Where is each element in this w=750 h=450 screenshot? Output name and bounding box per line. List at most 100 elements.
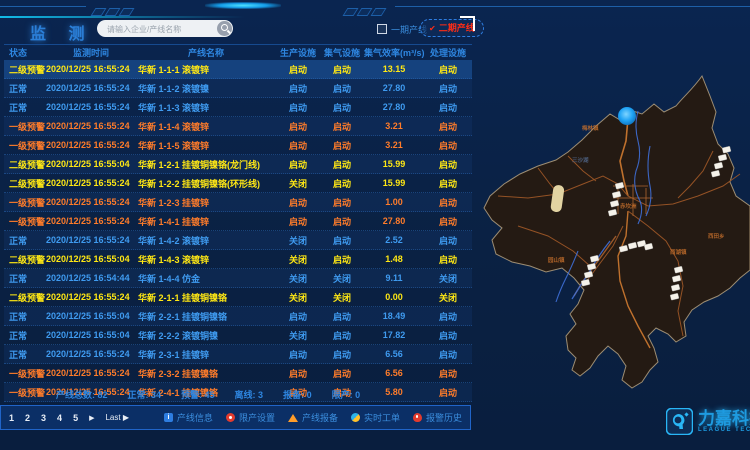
gas-collection-cell: 启动 [320,329,364,342]
time-cell: 2020/12/25 16:55:24 [46,178,136,188]
district-map[interactable]: 梅林镇三沙湖赤坎洲园山镇西湖镇西田乡 [478,56,750,398]
map-place-label: 西湖镇 [670,248,687,256]
treatment-facility-cell: 启动 [424,63,472,76]
summary-bar: 产线总数: 82正常: 34预警: 45离线: 3报备: 0限产: 0 [4,388,472,401]
legend-item[interactable]: 限产设置 [226,411,275,424]
page-number[interactable]: 1 [9,413,14,423]
treatment-facility-cell: 启动 [424,120,472,133]
table-row[interactable]: 二级预警 2020/12/25 16:55:04 华新 1-2-1 挂镀铜镍铬(… [4,155,472,174]
map-place-label: 园山镇 [548,256,565,264]
gas-efficiency-cell: 27.80 [364,102,424,112]
search-box [97,20,233,37]
treatment-facility-cell: 关闭 [424,291,472,304]
gas-collection-cell: 启动 [320,348,364,361]
table-row[interactable]: 正常 2020/12/25 16:54:44 华新 1-4-4 仿金 关闭 关闭… [4,269,472,288]
gas-efficiency-cell: 27.80 [364,83,424,93]
table-row[interactable]: 二级预警 2020/12/25 16:55:24 华新 2-1-1 挂镀铜镍铬 … [4,288,472,307]
brand-name: 力嘉科技 [698,410,750,427]
table-row[interactable]: 正常 2020/12/25 16:55:24 华新 1-1-3 滚镀锌 启动 启… [4,98,472,117]
gas-collection-cell: 启动 [320,310,364,323]
status-cell: 二级预警 [4,291,46,304]
legend-label: 限产设置 [239,411,275,424]
column-header: 产线名称 [136,46,276,59]
next-page-button[interactable]: ▶ [89,414,94,422]
treatment-facility-cell: 启动 [424,310,472,323]
legend-item[interactable]: 报警历史 [413,411,462,424]
check-icon: ✔ [429,24,436,33]
line-name-cell: 华新 1-4-1 挂镀锌 [136,215,276,228]
line-name-cell: 华新 1-2-2 挂镀铜镍铬(环形线) [136,177,276,190]
column-header: 处理设施 [424,46,472,59]
status-cell: 正常 [4,101,46,114]
page-number[interactable]: 3 [41,413,46,423]
search-input[interactable] [105,21,219,37]
production-facility-cell: 启动 [276,120,320,133]
production-facility-cell: 关闭 [276,291,320,304]
legend-item[interactable]: 产线报备 [288,411,338,424]
table-row[interactable]: 一级预警 2020/12/25 16:55:24 华新 1-2-3 挂镀锌 启动… [4,193,472,212]
table-row[interactable]: 一级预警 2020/12/25 16:55:24 华新 1-4-1 挂镀锌 启动… [4,212,472,231]
page-title: 监 测 [30,20,93,44]
table-row[interactable]: 正常 2020/12/25 16:55:04 华新 2-2-2 滚镀铜镍 关闭 … [4,326,472,345]
table-header-row: 状态监测时间产线名称生产设施集气设施集气效率(m³/s)处理设施 [4,45,472,60]
table-row[interactable]: 二级预警 2020/12/25 16:55:24 华新 1-2-2 挂镀铜镍铬(… [4,174,472,193]
table-row[interactable]: 正常 2020/12/25 16:55:04 华新 2-2-1 挂镀铜镍铬 启动… [4,307,472,326]
table-row[interactable]: 一级预警 2020/12/25 16:55:24 华新 1-1-4 滚镀锌 启动… [4,117,472,136]
treatment-facility-cell: 启动 [424,82,472,95]
time-cell: 2020/12/25 16:55:04 [46,159,136,169]
gas-efficiency-cell: 2.52 [364,235,424,245]
deco-center-glow [205,2,281,9]
checkbox-icon [377,24,387,34]
gas-collection-cell: 启动 [320,177,364,190]
table-row[interactable]: 一级预警 2020/12/25 16:55:24 华新 2-3-2 挂镀镍铬 启… [4,364,472,383]
table-body: 二级预警 2020/12/25 16:55:24 华新 1-1-1 滚镀锌 启动… [4,60,472,402]
column-header: 集气设施 [320,46,364,59]
time-cell: 2020/12/25 16:55:24 [46,64,136,74]
time-cell: 2020/12/25 16:55:24 [46,368,136,378]
gas-collection-cell: 启动 [320,196,364,209]
treatment-facility-cell: 启动 [424,348,472,361]
gas-efficiency-cell: 9.11 [364,273,424,283]
gas-efficiency-cell: 0.00 [364,292,424,302]
table-row[interactable]: 二级预警 2020/12/25 16:55:24 华新 1-1-1 滚镀锌 启动… [4,60,472,79]
page-number[interactable]: 4 [57,413,62,423]
pagination: 1 2 3 4 5 [9,413,78,423]
time-cell: 2020/12/25 16:55:04 [46,311,136,321]
legend-item[interactable]: 产线信息 [164,411,213,424]
workorder-icon [351,413,360,422]
page-number[interactable]: 2 [25,413,30,423]
treatment-facility-cell: 启动 [424,158,472,171]
brand-logo: 力嘉科技 LEAGUE TECH [666,408,750,435]
column-header: 监测时间 [46,46,136,59]
production-facility-cell: 启动 [276,196,320,209]
treatment-facility-cell: 关闭 [424,272,472,285]
table-row[interactable]: 二级预警 2020/12/25 16:55:04 华新 1-4-3 滚镀锌 关闭… [4,250,472,269]
time-cell: 2020/12/25 16:55:24 [46,216,136,226]
production-facility-cell: 启动 [276,367,320,380]
line-name-cell: 华新 1-1-3 滚镀锌 [136,101,276,114]
gas-collection-cell: 启动 [320,101,364,114]
treatment-facility-cell: 启动 [424,101,472,114]
column-header: 集气效率(m³/s) [364,46,424,59]
status-cell: 二级预警 [4,63,46,76]
top-decoration [0,0,750,14]
last-page-button[interactable]: Last ▶ [105,413,129,422]
toolbar: 监 测 一期产线 ✔二期产线 [0,16,750,42]
legend-item[interactable]: 实时工单 [351,411,400,424]
limit-icon [226,413,235,422]
table-row[interactable]: 一级预警 2020/12/25 16:55:24 华新 1-1-5 滚镀锌 启动… [4,136,472,155]
time-cell: 2020/12/25 16:55:04 [46,330,136,340]
enterprise-marker[interactable] [722,146,731,153]
table-row[interactable]: 正常 2020/12/25 16:55:24 华新 1-4-2 滚镀锌 关闭 启… [4,231,472,250]
map-alert-marker[interactable] [618,107,636,125]
line-name-cell: 华新 1-4-3 滚镀锌 [136,253,276,266]
treatment-facility-cell: 启动 [424,139,472,152]
table-row[interactable]: 正常 2020/12/25 16:55:24 华新 2-3-1 挂镀锌 启动 启… [4,345,472,364]
brand-logo-icon [666,408,693,435]
map-place-label: 赤坎洲 [620,202,637,210]
page-number[interactable]: 5 [73,413,78,423]
search-icon[interactable] [217,21,232,36]
table-row[interactable]: 正常 2020/12/25 16:55:24 华新 1-1-2 滚镀镍 启动 启… [4,79,472,98]
gas-collection-cell: 启动 [320,158,364,171]
line-name-cell: 华新 2-2-1 挂镀铜镍铬 [136,310,276,323]
